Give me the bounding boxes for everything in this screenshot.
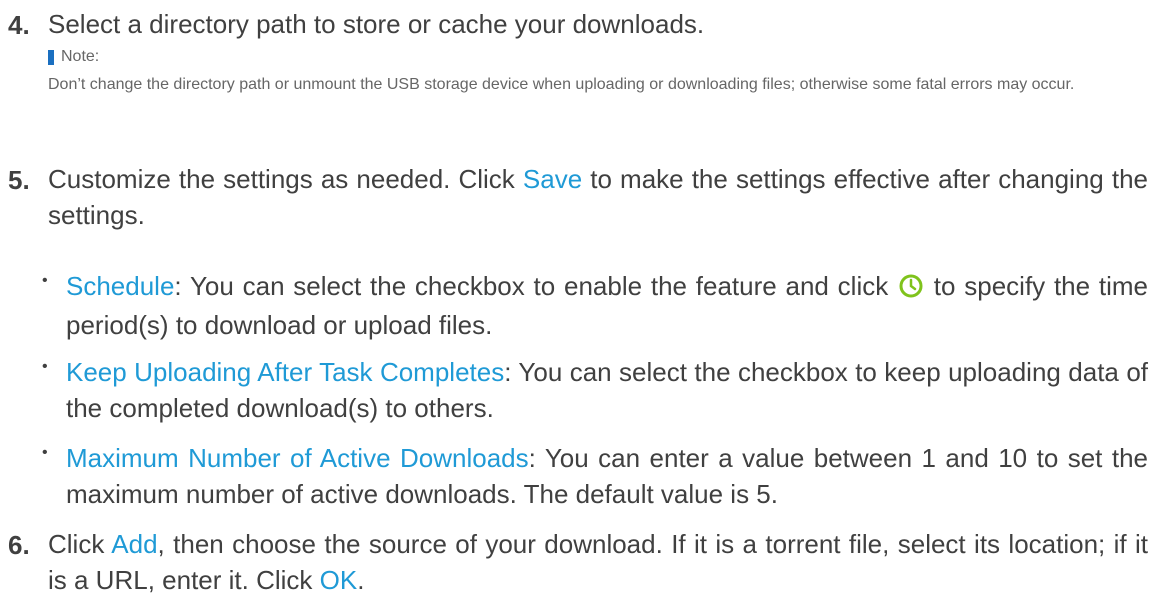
step-text-part: Customize the settings as needed. Click xyxy=(48,164,523,194)
ok-link[interactable]: OK xyxy=(320,565,358,595)
add-link[interactable]: Add xyxy=(111,529,157,559)
step-number: 4. xyxy=(8,10,30,40)
step-text: Select a directory path to store or cach… xyxy=(48,9,705,39)
step-text: Customize the settings as needed. Click … xyxy=(48,161,1148,233)
keep-uploading-term[interactable]: Keep Uploading After Task Completes xyxy=(66,357,504,387)
bullet-text: Schedule: You can select the checkbox to… xyxy=(66,268,1148,343)
note-marker xyxy=(48,49,54,65)
step-text-part: , then choose the source of your downloa… xyxy=(48,529,1149,595)
max-active-downloads-term[interactable]: Maximum Number of Active Downloads xyxy=(66,443,529,473)
bullet-marker: • xyxy=(42,272,48,289)
clock-icon xyxy=(899,271,923,307)
step-text-part: . xyxy=(357,565,365,595)
step-text: Click Add, then choose the source of you… xyxy=(48,526,1148,598)
note-heading: Note: xyxy=(48,48,99,66)
note-text: Don’t change the directory path or unmou… xyxy=(48,76,1075,93)
save-link[interactable]: Save xyxy=(523,164,582,194)
bullet-text: Maximum Number of Active Downloads: You … xyxy=(66,440,1148,512)
step-number: 6. xyxy=(8,530,30,560)
bullet-marker: • xyxy=(42,444,48,461)
bullet-marker: • xyxy=(42,358,48,375)
bullet-text: Keep Uploading After Task Completes: You… xyxy=(66,354,1148,426)
note-label: Note: xyxy=(61,48,100,65)
bullet-text-part: : You can select the checkbox to enable … xyxy=(174,271,898,301)
step-number: 5. xyxy=(8,165,30,195)
schedule-term[interactable]: Schedule xyxy=(66,271,174,301)
step-text-part: Click xyxy=(48,529,112,559)
